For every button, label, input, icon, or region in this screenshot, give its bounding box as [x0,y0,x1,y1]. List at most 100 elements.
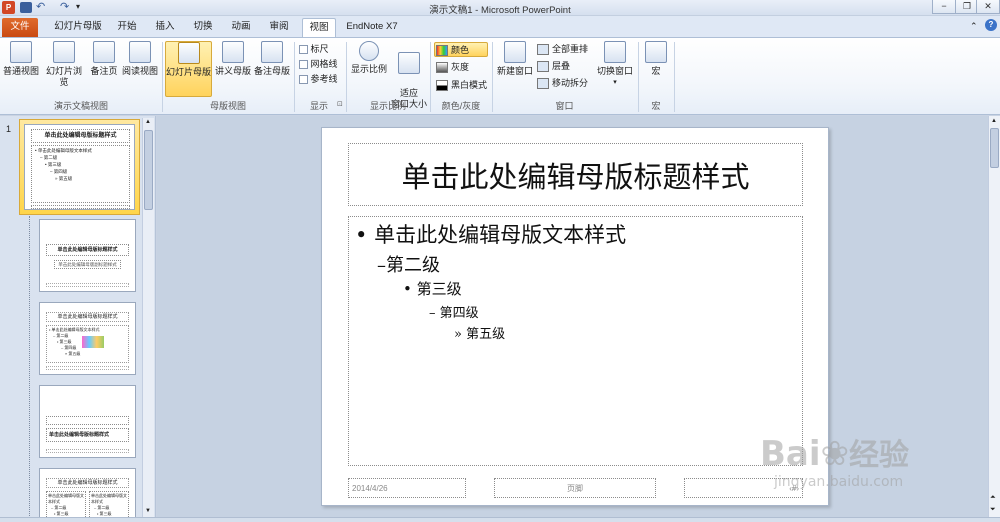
thumb-line: • 第三级 [45,162,62,167]
slide-master-button[interactable]: 幻灯片母版 [165,41,212,97]
next-slide-icon[interactable]: ⏷ [990,506,996,514]
bullet: • [403,280,412,298]
slide-thumbnail-pane[interactable]: 1 单击此处编辑母版标题样式 • 单击此处编辑母版文本样式 – 第二级 • 第三… [0,116,156,522]
layout-thumbnail-title[interactable]: 单击此处编辑母版标题样式 单击此处编辑母版副标题样式 [39,219,136,292]
tab-endnote[interactable]: EndNote X7 [342,18,402,37]
title-placeholder[interactable]: 单击此处编辑母版标题样式 [348,143,803,206]
thumbnail-number: 1 [6,124,12,134]
macro-button[interactable]: 宏 [642,41,670,97]
tab-insert[interactable]: 插入 [150,18,180,37]
checkbox-icon [299,75,308,85]
dialog-launcher-icon[interactable]: ⊡ [337,100,343,108]
ruler-checkbox[interactable]: 标尺 [299,42,349,57]
color-button[interactable]: 颜色 [434,42,488,57]
thumb-subtitle-box: 单击此处编辑母版副标题样式 [54,260,121,269]
new-window-icon [504,41,526,63]
tab-review[interactable]: 审阅 [264,18,294,37]
tab-animations[interactable]: 动画 [226,18,256,37]
level5-text: 第五级 [466,327,506,342]
checkbox-icon [299,45,308,55]
grayscale-button[interactable]: 灰度 [434,60,488,75]
fit-to-window-button[interactable]: 适应 窗口大小 [390,41,428,109]
scroll-up-icon[interactable]: ▲ [991,118,997,124]
help-icon[interactable]: ? [985,19,997,31]
thumb-line: • 单击此处编辑母版文本样式 [35,148,92,153]
thumbnail-scrollbar[interactable]: ▲ ▼ [142,118,154,520]
watermark-brand2: 经验 [849,438,910,473]
date-placeholder[interactable]: 2014/4/26 [348,478,466,498]
group-label-master-views: 母版视图 [209,101,246,111]
group-label-color: 颜色/灰度 [441,101,481,111]
footer-placeholder[interactable]: 页脚 [494,478,656,498]
new-window-button[interactable]: 新建窗口 [495,41,535,97]
tab-slide-master[interactable]: 幻灯片母版 [46,18,110,37]
group-label-window: 窗口 [555,101,574,111]
bullet: • [355,223,368,247]
window-arrange-group: 全部重排 层叠 移动拆分 [537,42,595,91]
slide-title: 单击此处编辑母版标题样式 [401,159,750,194]
normal-view-button[interactable]: 普通视图 [2,41,40,97]
baidu-watermark: Bai❀经验 [760,430,909,474]
minimize-button[interactable]: − [932,0,956,14]
move-split-button[interactable]: 移动拆分 [537,76,595,91]
checkbox-icon [299,60,308,70]
level5-line: » 第五级 [454,323,505,342]
previous-slide-icon[interactable]: ⏶ [990,494,996,502]
black-white-icon [436,80,448,92]
notes-page-button[interactable]: 备注页 [88,41,120,97]
arrange-all-button[interactable]: 全部重排 [537,42,595,57]
thumb-title-box: 单击此处编辑母版标题样式 [46,478,129,488]
thumb-footer [46,449,129,453]
thumb-title-box: 单击此处编辑母版标题样式 [31,129,130,143]
cascade-icon [537,61,549,73]
level4-text: 第四级 [439,306,479,321]
zoom-button[interactable]: 显示比例 [349,41,389,97]
vertical-scrollbar[interactable]: ▲ ⏶ ⏷ [988,116,1000,522]
magnifier-icon [359,41,379,61]
layout-thumbnail-section[interactable]: 单击此处编辑母版标题样式 [39,385,136,458]
handout-master-button[interactable]: 讲义母版 [214,41,252,97]
scroll-up-icon[interactable]: ▲ [145,119,151,125]
ribbon: 普通视图 幻灯片浏览 备注页 阅读视图 演示文稿视图 幻灯片母版 讲义母版 备注… [0,37,1000,115]
notes-master-button[interactable]: 备注母版 [253,41,291,97]
scroll-thumb[interactable] [990,128,999,168]
thumb-footer [31,205,130,209]
bullet: – [429,306,436,321]
thumb-line: 单击此处编辑母版文本样式 [48,493,84,504]
ribbon-tab-row: 文件 幻灯片母版 开始 插入 切换 动画 审阅 视图 EndNote X7 ⌃ … [0,16,1000,37]
slide-sorter-button[interactable]: 幻灯片浏览 [42,41,86,97]
bullet: – [377,255,386,276]
tab-file[interactable]: 文件 [2,18,38,37]
switch-windows-button[interactable]: 切换窗口 ▾ [596,41,634,97]
macro-icon [645,41,667,63]
switch-windows-icon [604,41,626,63]
thumb-body-box: • 单击此处编辑母版文本样式 – 第二级 • 第三级 – 第四级 » 第五级 [31,145,130,203]
slide-master[interactable]: 单击此处编辑母版标题样式 • 单击此处编辑母版文本样式 –第二级 • 第三级 –… [321,127,829,506]
cascade-button[interactable]: 层叠 [537,59,595,74]
ribbon-minimize-icon[interactable]: ⌃ [970,21,978,32]
level4-line: – 第四级 [429,302,479,321]
black-white-button[interactable]: 黑白模式 [434,78,488,93]
group-separator [674,42,675,112]
move-split-icon [537,78,549,90]
level1-text: 单击此处编辑母版文本样式 [374,223,627,247]
scroll-thumb[interactable] [144,130,153,210]
layout-thumbnail-content[interactable]: 单击此处编辑母版标题样式 • 单击此处编辑母版文本样式 – 第二级 • 第三级 … [39,302,136,375]
guides-checkbox[interactable]: 参考线 [299,72,349,87]
tab-view[interactable]: 视图 [302,18,336,37]
show-group: 标尺 网格线 参考线 [299,42,349,87]
body-placeholder[interactable]: • 单击此处编辑母版文本样式 –第二级 • 第三级 – 第四级 » 第五级 [348,216,803,466]
tab-transitions[interactable]: 切换 [188,18,218,37]
arrange-all-icon [537,44,549,56]
master-thumbnail-selected[interactable]: 单击此处编辑母版标题样式 • 单击此处编辑母版文本样式 – 第二级 • 第三级 … [19,119,140,215]
watermark-url: jingyan.baidu.com [774,474,904,490]
thumb-line: » 第五级 [65,351,81,356]
layout-thumbnail-two-content[interactable]: 单击此处编辑母版标题样式 单击此处编辑母版文本样式 – 第二级 • 第三级 单击… [39,468,136,520]
level1-line: • 单击此处编辑母版文本样式 [355,219,626,249]
gridlines-checkbox[interactable]: 网格线 [299,57,349,72]
thumb-line: – 第四级 [50,169,68,174]
close-button[interactable]: ✕ [976,0,1000,14]
reading-view-button[interactable]: 阅读视图 [121,41,159,97]
scroll-down-icon[interactable]: ▼ [145,508,151,514]
tab-home[interactable]: 开始 [112,18,142,37]
